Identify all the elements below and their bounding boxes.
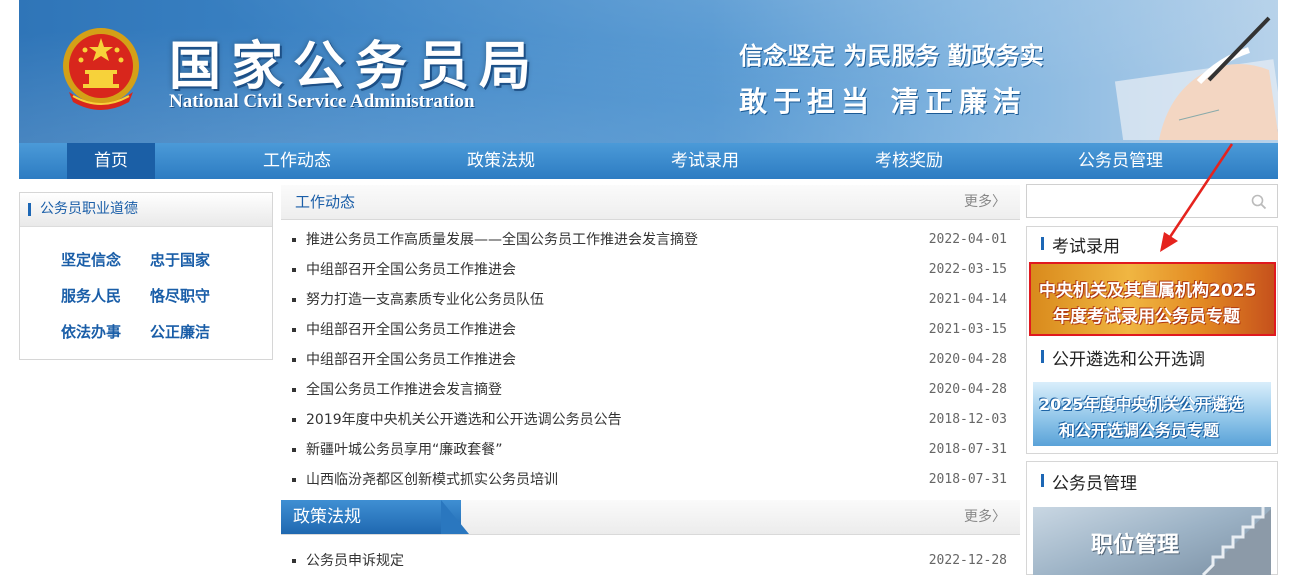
ethic-item[interactable]: 依法办事 [61,321,121,342]
exam-topic-banner[interactable]: 中央机关及其直属机构2025 年度考试录用公务员专题 [1029,262,1276,336]
news-item-date: 2018-12-03 [928,412,1007,427]
news-section-title[interactable]: 工作动态 [295,185,355,219]
news-item-date: 2021-04-14 [928,292,1007,307]
news-item-title[interactable]: 山西临汾尧都区创新模式抓实公务员培训 [306,465,558,495]
section-marker-icon [1041,350,1044,363]
bullet-icon [292,328,296,332]
news-item-date: 2018-07-31 [928,472,1007,487]
nav-item-home[interactable]: 首页 [67,143,155,179]
news-list-item[interactable]: 中组部召开全国公务员工作推进会 2022-03-15 [292,255,1007,285]
management-panel-title[interactable]: 公务员管理 [1052,469,1137,494]
news-item-date: 2020-04-28 [928,382,1007,397]
selection-banner-line-2: 和公开选调公务员专题 [1059,421,1220,440]
news-more-link[interactable]: 更多〉 [964,185,1006,219]
nav-item-policy[interactable]: 政策法规 [451,143,551,179]
exam-banner-line-2: 年度考试录用公务员专题 [1053,307,1240,327]
main-nav: 首页 工作动态 政策法规 考试录用 考核奖励 公务员管理 [19,143,1278,179]
news-item-title[interactable]: 公务员申诉规定 [306,546,404,576]
selection-topic-banner[interactable]: 2025年度中央机关公开遴选 和公开选调公务员专题 [1033,382,1271,446]
news-list-item[interactable]: 新疆叶城公务员享用“廉政套餐” 2018-07-31 [292,435,1007,465]
ethics-panel-title: 公务员职业道德 [40,201,138,217]
bullet-icon [292,388,296,392]
bullet-icon [292,298,296,302]
news-list-item[interactable]: 公务员申诉规定 2022-12-28 [292,546,1007,576]
news-list-item[interactable]: 推进公务员工作高质量发展——全国公务员工作推进会发言摘登 2022-04-01 [292,225,1007,255]
section-marker-icon [1041,237,1044,250]
news-item-title[interactable]: 中组部召开全国公务员工作推进会 [306,255,516,285]
section-marker-icon [1041,474,1044,487]
bullet-icon [292,358,296,362]
ethic-item[interactable]: 公正廉洁 [150,321,210,342]
policy-section-header: 政策法规 更多〉 [281,500,1020,535]
position-management-banner[interactable]: 职位管理 [1033,507,1271,575]
news-item-date: 2022-12-28 [928,553,1007,568]
bullet-icon [292,478,296,482]
news-list-item[interactable]: 2019年度中央机关公开遴选和公开选调公务员公告 2018-12-03 [292,405,1007,435]
ethic-item[interactable]: 服务人民 [61,285,121,306]
nav-item-assessment[interactable]: 考核奖励 [859,143,959,179]
nav-item-work-news[interactable]: 工作动态 [247,143,347,179]
news-item-title[interactable]: 新疆叶城公务员享用“廉政套餐” [306,435,503,465]
position-banner-text: 职位管理 [1091,533,1180,558]
page: 国家公务员局 National Civil Service Administra… [0,0,1307,575]
news-item-title[interactable]: 2019年度中央机关公开遴选和公开选调公务员公告 [306,405,622,435]
writing-hand-image [1114,16,1278,140]
site-title-english: National Civil Service Administration [169,91,475,112]
news-item-date: 2022-04-01 [928,232,1007,247]
news-item-date: 2018-07-31 [928,442,1007,457]
section-marker-icon [28,203,31,216]
ethics-panel: 公务员职业道德 [19,192,273,360]
selection-banner-line-1: 2025年度中央机关公开遴选 [1039,395,1244,414]
bullet-icon [292,238,296,242]
national-emblem-icon [63,28,139,110]
search-icon[interactable] [1251,194,1267,210]
news-list-item[interactable]: 中组部召开全国公务员工作推进会 2020-04-28 [292,345,1007,375]
policy-section-title[interactable]: 政策法规 [293,500,361,534]
bullet-icon [292,448,296,452]
bullet-icon [292,559,296,563]
news-section-header: 工作动态 更多〉 [281,185,1020,220]
news-item-title[interactable]: 努力打造一支高素质专业化公务员队伍 [306,285,544,315]
slogan-line-1: 信念坚定 为民服务 勤政务实 [739,42,1044,70]
news-item-title[interactable]: 中组部召开全国公务员工作推进会 [306,345,516,375]
policy-more-link[interactable]: 更多〉 [964,500,1006,534]
news-list-item[interactable]: 努力打造一支高素质专业化公务员队伍 2021-04-14 [292,285,1007,315]
ethic-item[interactable]: 坚定信念 [61,249,121,270]
bullet-icon [292,268,296,272]
ethic-item[interactable]: 恪尽职守 [150,285,210,306]
news-item-date: 2020-04-28 [928,352,1007,367]
site-title: 国家公务员局 [169,36,542,97]
bullet-icon [292,418,296,422]
red-arrow-icon [1160,143,1234,252]
ethic-item[interactable]: 忠于国家 [150,249,210,270]
stairs-image [1201,507,1271,575]
selection-panel-title[interactable]: 公开遴选和公开选调 [1052,345,1205,370]
slogan-line-2: 敢于担当 清正廉洁 [739,85,1027,118]
news-list-item[interactable]: 山西临汾尧都区创新模式抓实公务员培训 2018-07-31 [292,465,1007,495]
news-item-title[interactable]: 中组部召开全国公务员工作推进会 [306,315,516,345]
exam-panel-title[interactable]: 考试录用 [1052,232,1120,257]
exam-banner-line-1: 中央机关及其直属机构2025 [1039,281,1257,301]
header-banner: 国家公务员局 National Civil Service Administra… [19,0,1278,143]
nav-item-exam[interactable]: 考试录用 [655,143,755,179]
ethics-panel-header: 公务员职业道德 [20,193,272,227]
news-item-title[interactable]: 推进公务员工作高质量发展——全国公务员工作推进会发言摘登 [306,225,698,255]
news-item-title[interactable]: 全国公务员工作推进会发言摘登 [306,375,502,405]
news-list-item[interactable]: 中组部召开全国公务员工作推进会 2021-03-15 [292,315,1007,345]
news-item-date: 2021-03-15 [928,322,1007,337]
news-item-date: 2022-03-15 [928,262,1007,277]
news-list-item[interactable]: 全国公务员工作推进会发言摘登 2020-04-28 [292,375,1007,405]
